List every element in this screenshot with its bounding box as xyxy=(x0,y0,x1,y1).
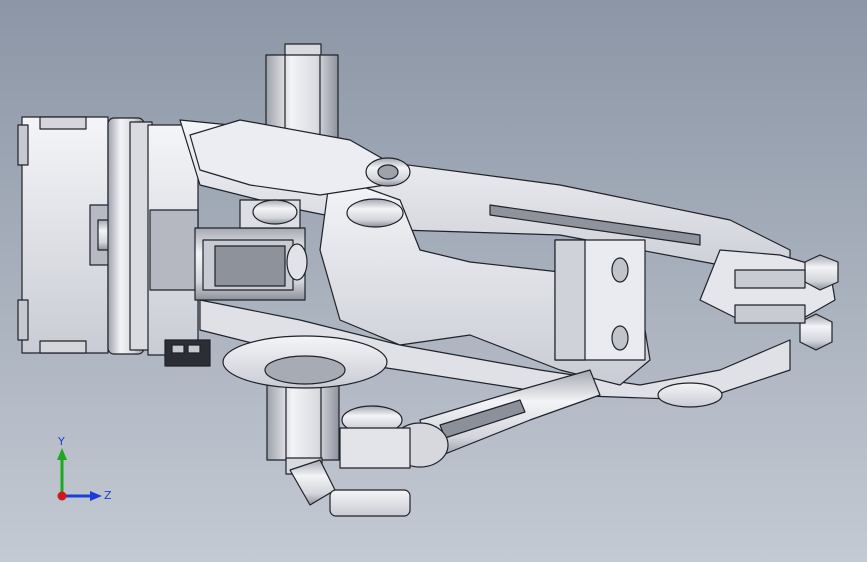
x-axis-dot xyxy=(57,491,67,501)
servo-motor xyxy=(194,199,308,301)
z-axis-label: Z xyxy=(104,489,112,502)
robot-arm-assembly-model[interactable] xyxy=(0,0,867,562)
reducer-drum xyxy=(107,117,199,356)
cad-graphics-viewport[interactable]: Y Z xyxy=(0,0,867,562)
y-axis-arrowhead xyxy=(57,448,67,460)
y-axis-label: Y xyxy=(58,435,65,448)
z-axis-arrowhead xyxy=(90,491,102,501)
coordinate-triad: Y Z xyxy=(48,436,118,508)
lower-pivot-disk xyxy=(164,335,388,389)
